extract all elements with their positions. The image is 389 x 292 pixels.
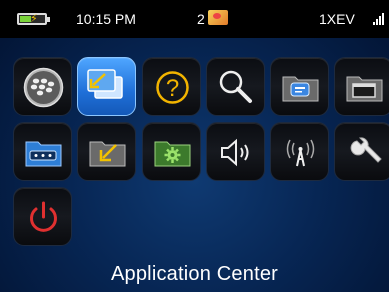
power-icon [30, 201, 57, 232]
network-type: 1XEV [319, 11, 355, 27]
downloads-folder-icon [89, 141, 126, 167]
search-tile[interactable] [206, 57, 265, 116]
search-icon [219, 70, 252, 103]
options-tile[interactable] [334, 122, 389, 181]
message-icon [208, 10, 228, 25]
settings-folder-icon [154, 141, 191, 167]
window-folder-icon [346, 76, 383, 102]
power-tile[interactable] [13, 187, 72, 246]
battery-charging-icon: ⚡ [17, 13, 50, 25]
settings-folder-tile[interactable] [142, 122, 201, 181]
status-bar: ⚡ 10:15 PM 2 1XEV [0, 0, 389, 38]
clock-time: 10:15 PM [76, 11, 136, 27]
manage-connections-tile[interactable] [270, 122, 329, 181]
blackberry-app-tile[interactable] [13, 57, 72, 116]
downloads-folder-tile[interactable] [77, 122, 136, 181]
blackberry-logo-icon [23, 67, 64, 108]
sound-icon [221, 138, 249, 167]
options-wrench-icon [350, 137, 382, 163]
manage-connections-icon [286, 139, 315, 167]
message-count: 2 [197, 11, 205, 27]
sound-tile[interactable] [206, 122, 265, 181]
switch-application-tile[interactable] [77, 57, 136, 116]
media-folder-tile[interactable] [13, 122, 72, 181]
media-folder-icon [25, 141, 62, 167]
help-tile[interactable]: ? [142, 57, 201, 116]
window-folder-tile[interactable] [334, 57, 389, 116]
messages-folder-icon [282, 76, 319, 102]
svg-text:?: ? [166, 75, 179, 102]
signal-strength-icon [373, 11, 387, 25]
help-icon: ? [156, 71, 189, 104]
selected-app-label: Application Center [110, 263, 279, 285]
switch-application-icon [87, 69, 123, 99]
messages-folder-tile[interactable] [270, 57, 329, 116]
